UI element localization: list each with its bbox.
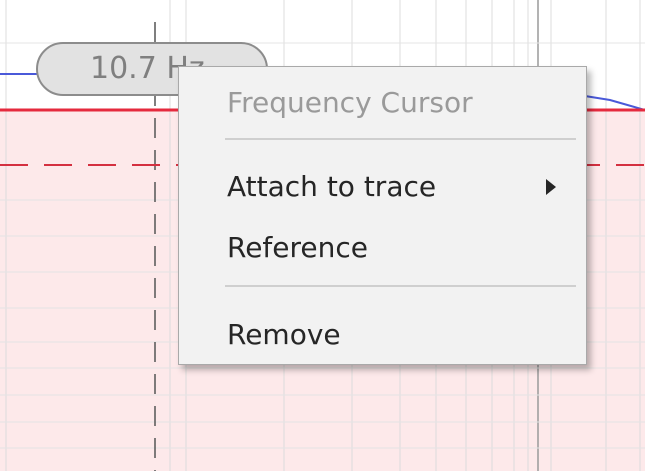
menu-item-label: Reference — [227, 231, 368, 264]
menu-item-attach-to-trace[interactable]: Attach to trace — [179, 161, 586, 213]
menu-separator — [225, 138, 576, 140]
menu-item-remove[interactable]: Remove — [179, 309, 586, 361]
menu-item-label: Attach to trace — [227, 170, 437, 203]
menu-separator — [225, 285, 576, 287]
submenu-arrow-icon — [546, 179, 556, 195]
menu-item-label: Remove — [227, 318, 341, 351]
menu-item-reference[interactable]: Reference — [179, 222, 586, 274]
menu-header-frequency-cursor: Frequency Cursor — [227, 86, 473, 119]
context-menu: Frequency Cursor Attach to trace Referen… — [178, 66, 587, 365]
